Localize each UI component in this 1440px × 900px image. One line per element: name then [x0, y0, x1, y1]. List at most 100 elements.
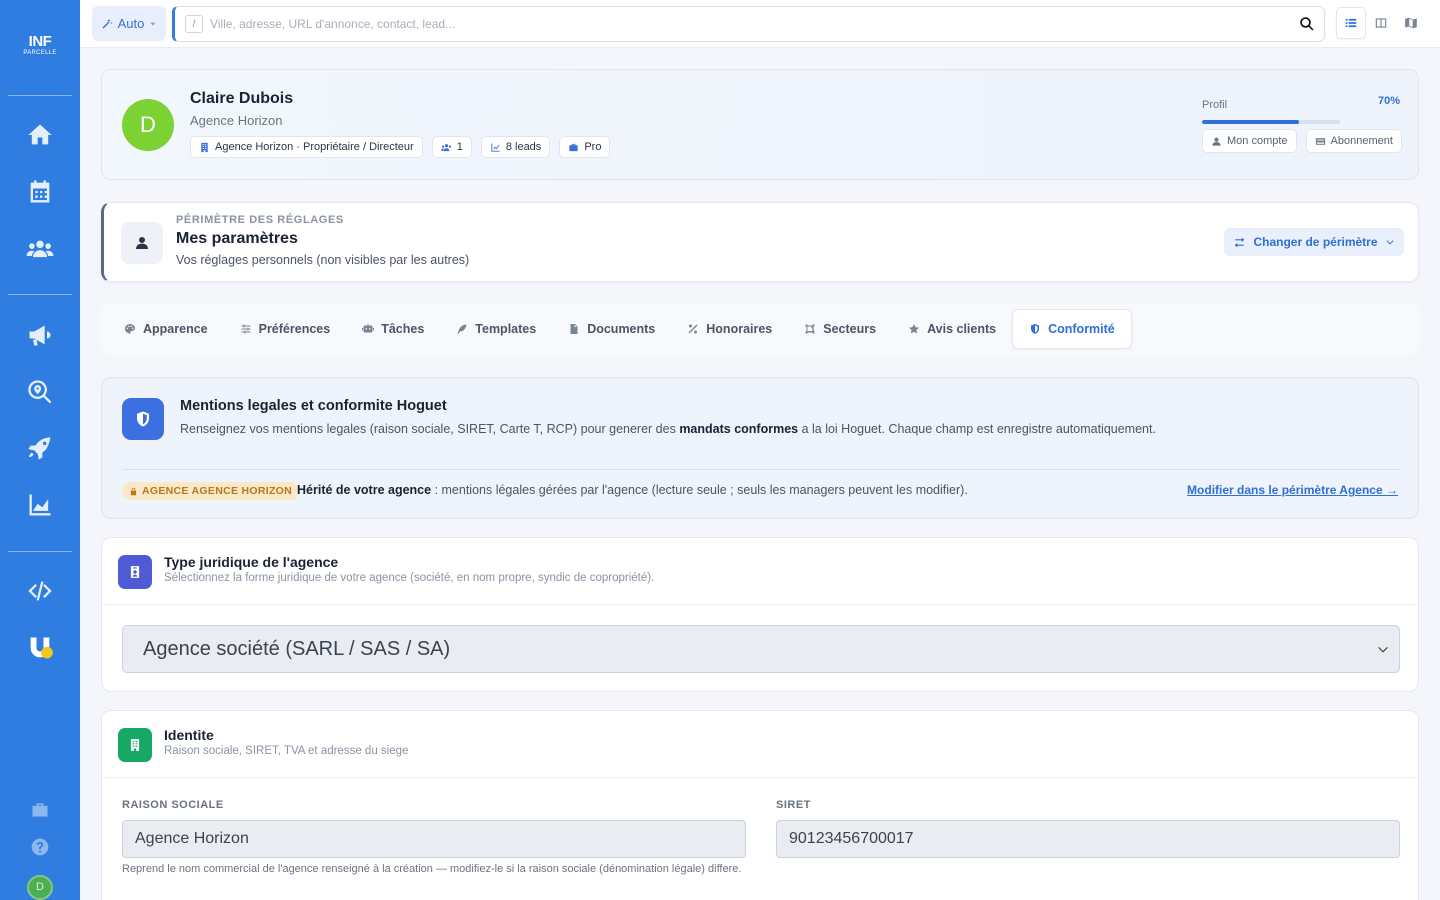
- rocket-icon: [28, 437, 51, 460]
- modify-agency-scope-link[interactable]: Modifier dans le périmètre Agence →: [1187, 483, 1398, 497]
- sidebar-item-help[interactable]: [20, 828, 60, 867]
- feather-icon: [457, 324, 467, 334]
- id-badge-icon: [130, 566, 140, 578]
- scope-title: Mes paramètres: [176, 230, 298, 247]
- raison-sociale-help: Reprend le nom commercial de l'agence re…: [122, 863, 742, 875]
- sidebar-item-calendar[interactable]: [20, 173, 60, 212]
- shield-icon: [137, 411, 149, 427]
- siret-input[interactable]: 90123456700017: [776, 820, 1400, 858]
- tab-robot[interactable]: Tâches: [346, 309, 440, 349]
- sidebar: INF PARCELLE D: [0, 0, 80, 900]
- profile-completion-percent: 70%: [1377, 95, 1400, 107]
- legal-type-icon-box: [118, 555, 152, 589]
- tab-star[interactable]: Avis clients: [892, 309, 1012, 349]
- global-search-bar[interactable]: /: [172, 6, 1325, 42]
- app-logo[interactable]: INF PARCELLE: [18, 34, 62, 63]
- legal-type-header: Type juridique de l'agence Sélectionnez …: [102, 538, 1418, 605]
- settings-scope-card: PÉRIMÈTRE DES RÉGLAGES Mes paramètres Vo…: [101, 202, 1419, 282]
- megaphone-icon: [29, 325, 51, 346]
- tab-percent[interactable]: Honoraires: [671, 309, 788, 349]
- tab-feather[interactable]: Templates: [440, 309, 552, 349]
- identity-header: Identite Raison sociale, SIRET, TVA et a…: [102, 711, 1418, 778]
- map-icon: [1405, 17, 1417, 29]
- scope-description: Vos réglages personnels (non visibles pa…: [176, 253, 470, 267]
- list-icon: [1345, 18, 1357, 28]
- settings-tabs: Apparence Préférences Tâches Templates Docum…: [101, 303, 1419, 355]
- role-badge: Agence Horizon · Propriétaire / Directeu…: [190, 136, 423, 158]
- building-icon: [201, 142, 208, 152]
- sidebar-item-home[interactable]: [20, 116, 60, 155]
- chart-area-icon: [29, 494, 51, 516]
- legal-divider: [122, 469, 1400, 470]
- sidebar-item-search[interactable]: [20, 372, 60, 411]
- tab-file[interactable]: Documents: [552, 309, 671, 349]
- search-input[interactable]: [210, 14, 1290, 34]
- legal-type-select[interactable]: Agence société (SARL / SAS / SA): [122, 625, 1400, 673]
- legal-title: Mentions legales et conformite Hoguet: [180, 398, 447, 414]
- sidebar-item-developer[interactable]: [20, 571, 60, 610]
- map-view-button[interactable]: [1396, 7, 1426, 39]
- sidebar-divider: [8, 95, 72, 97]
- top-bar: Auto /: [80, 0, 1440, 48]
- building-icon: [130, 739, 140, 751]
- change-scope-button[interactable]: Changer de périmètre: [1224, 228, 1404, 256]
- sidebar-item-toolbox[interactable]: [20, 791, 60, 830]
- user-icon: [136, 237, 148, 249]
- raison-sociale-label: RAISON SOCIALE: [122, 799, 224, 811]
- tab-sliders[interactable]: Préférences: [224, 309, 347, 349]
- profile-agency: Agence Horizon: [190, 113, 283, 128]
- leads-badge[interactable]: 8 leads: [480, 136, 551, 158]
- plan-badge: Pro: [559, 136, 611, 158]
- profile-badges: Agence Horizon · Propriétaire / Directeu…: [190, 136, 611, 158]
- tab-shield[interactable]: Conformité: [1012, 309, 1132, 349]
- members-badge: 1: [431, 136, 472, 158]
- star-icon: [909, 324, 920, 334]
- user-icon: [1212, 137, 1221, 146]
- sidebar-item-team[interactable]: [20, 230, 60, 269]
- credit-card-icon: [1315, 137, 1325, 145]
- exchange-icon: [1235, 237, 1245, 247]
- magic-wand-icon: [102, 18, 113, 28]
- my-account-button[interactable]: Mon compte: [1202, 129, 1297, 153]
- legal-description: Renseignez vos mentions legales (raison …: [180, 422, 1156, 436]
- scope-kicker: PÉRIMÈTRE DES RÉGLAGES: [176, 214, 344, 226]
- sidebar-item-campaigns[interactable]: [20, 315, 60, 354]
- identity-title: Identite: [164, 727, 214, 743]
- sidebar-item-stats[interactable]: [20, 486, 60, 525]
- search-shortcut-key: /: [185, 15, 203, 33]
- mode-selector-button[interactable]: Auto: [92, 6, 166, 41]
- raison-sociale-input[interactable]: Agence Horizon: [122, 820, 746, 858]
- profile-actions: Mon compte Abonnement: [1202, 129, 1402, 153]
- shield-icon: [1031, 324, 1040, 334]
- scope-user-icon-box: [121, 222, 163, 264]
- chart-line-icon: [491, 142, 500, 152]
- home-icon: [28, 124, 52, 145]
- tab-palette[interactable]: Apparence: [108, 309, 224, 349]
- sidebar-divider: [8, 550, 72, 552]
- search-icon[interactable]: [1298, 15, 1316, 33]
- legal-shield-icon-box: [122, 398, 164, 440]
- users-icon: [26, 240, 54, 258]
- profile-completion: Profil 70%: [1202, 95, 1400, 124]
- split-view-button[interactable]: [1366, 7, 1396, 39]
- profile-avatar[interactable]: D: [122, 99, 174, 151]
- user-avatar[interactable]: D: [27, 874, 53, 900]
- help-icon: [31, 838, 49, 856]
- profile-completion-label: Profil: [1202, 99, 1228, 111]
- tab-draw-polygon[interactable]: Secteurs: [788, 309, 892, 349]
- agency-scope-tag: AGENCE AGENCE HORIZON: [122, 482, 300, 500]
- identity-icon-box: [118, 728, 152, 762]
- legal-type-title: Type juridique de l'agence: [164, 554, 339, 570]
- sliders-icon: [241, 324, 251, 334]
- users-icon: [440, 143, 451, 151]
- calendar-icon: [30, 180, 50, 203]
- inherited-notice: Hérité de votre agence : mentions légale…: [297, 483, 968, 497]
- list-view-button[interactable]: [1336, 7, 1366, 39]
- sidebar-item-integration[interactable]: [20, 628, 60, 667]
- legal-info-banner: Mentions legales et conformite Hoguet Re…: [101, 377, 1419, 519]
- chevron-down-icon: [1385, 240, 1394, 245]
- sidebar-item-launch[interactable]: [20, 429, 60, 468]
- subscription-button[interactable]: Abonnement: [1305, 129, 1402, 153]
- identity-section: Identite Raison sociale, SIRET, TVA et a…: [101, 710, 1419, 900]
- legal-type-section: Type juridique de l'agence Sélectionnez …: [101, 537, 1419, 692]
